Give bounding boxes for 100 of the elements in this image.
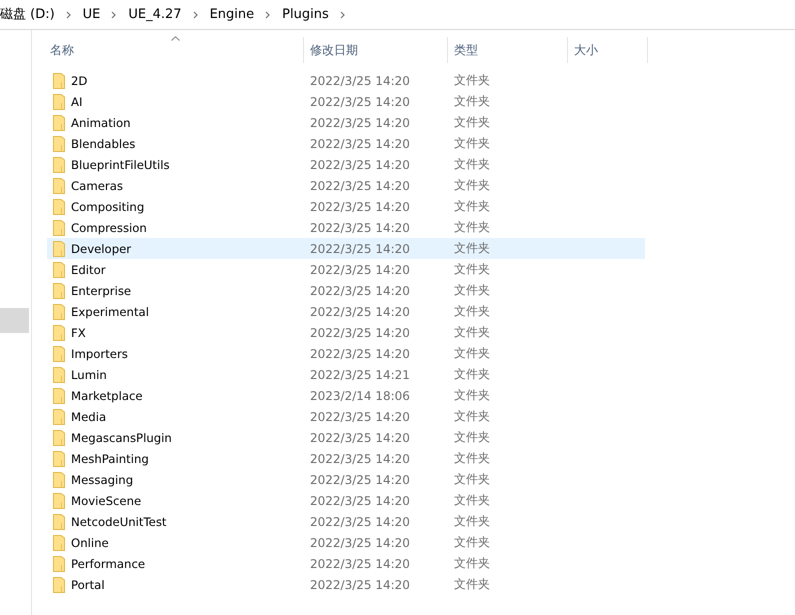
file-row[interactable]: AI 2022/3/25 14:20 文件夹 <box>47 91 645 112</box>
file-type: 文件夹 <box>454 577 490 591</box>
folder-icon <box>53 304 65 320</box>
folder-icon <box>53 178 65 194</box>
column-header[interactable]: 修改日期 <box>304 37 448 63</box>
file-name: Online <box>71 536 109 550</box>
file-row[interactable]: MegascansPlugin 2022/3/25 14:20 文件夹 <box>47 427 645 448</box>
file-name: MeshPainting <box>71 452 149 466</box>
folder-icon <box>53 136 65 152</box>
folder-icon <box>53 514 65 530</box>
folder-icon <box>53 262 65 278</box>
folder-icon <box>53 556 65 572</box>
file-row[interactable]: Messaging 2022/3/25 14:20 文件夹 <box>47 469 645 490</box>
breadcrumb-item[interactable]: Plugins <box>282 6 329 22</box>
file-row[interactable]: Enterprise 2022/3/25 14:20 文件夹 <box>47 280 645 301</box>
modified-date: 2022/3/25 14:20 <box>310 326 410 340</box>
breadcrumb-item[interactable]: Engine <box>210 6 254 22</box>
file-name: Editor <box>71 262 106 276</box>
file-row[interactable]: 2D 2022/3/25 14:20 文件夹 <box>47 70 645 91</box>
file-name: Messaging <box>71 472 134 486</box>
column-header[interactable]: 大小 <box>568 37 648 63</box>
folder-icon <box>53 388 65 404</box>
file-row[interactable]: Compression 2022/3/25 14:20 文件夹 <box>47 217 645 238</box>
folder-icon <box>53 346 65 362</box>
column-header[interactable]: 类型 <box>448 37 568 63</box>
modified-date: 2022/3/25 14:20 <box>310 556 410 570</box>
breadcrumb-item[interactable]: UE_4.27 <box>128 6 182 22</box>
file-row[interactable]: Animation 2022/3/25 14:20 文件夹 <box>47 112 645 133</box>
file-row[interactable]: MeshPainting 2022/3/25 14:20 文件夹 <box>47 448 645 469</box>
file-row[interactable]: FX 2022/3/25 14:20 文件夹 <box>47 322 645 343</box>
modified-date: 2022/3/25 14:20 <box>310 536 410 550</box>
file-row[interactable]: Importers 2022/3/25 14:20 文件夹 <box>47 343 645 364</box>
file-type: 文件夹 <box>454 199 490 213</box>
file-name: 2D <box>71 74 88 88</box>
file-name: Developer <box>71 242 132 256</box>
file-row[interactable]: Cameras 2022/3/25 14:20 文件夹 <box>47 175 645 196</box>
file-row[interactable]: Blendables 2022/3/25 14:20 文件夹 <box>47 133 645 154</box>
folder-icon <box>53 492 65 508</box>
file-type: 文件夹 <box>454 220 490 234</box>
file-type: 文件夹 <box>454 136 490 150</box>
file-name: Media <box>71 410 106 424</box>
file-name: Marketplace <box>71 388 143 402</box>
folder-icon <box>53 156 65 172</box>
folder-icon <box>53 366 65 382</box>
file-type: 文件夹 <box>454 388 490 402</box>
chevron-icon <box>111 10 118 18</box>
folder-icon <box>53 408 65 424</box>
file-type: 文件夹 <box>454 325 490 339</box>
folder-icon <box>53 282 65 298</box>
file-name: MegascansPlugin <box>71 430 172 444</box>
file-type: 文件夹 <box>454 115 490 129</box>
modified-date: 2022/3/25 14:20 <box>310 494 410 508</box>
modified-date: 2022/3/25 14:20 <box>310 242 410 256</box>
modified-date: 2022/3/25 14:20 <box>310 136 410 150</box>
file-type: 文件夹 <box>454 241 490 255</box>
selected-row-highlight[interactable]: Developer 2022/3/25 14:20 文件夹 <box>47 238 645 259</box>
file-row[interactable]: Online 2022/3/25 14:20 文件夹 <box>47 532 645 553</box>
column-header[interactable]: 名称 <box>32 37 304 63</box>
folder-icon <box>53 534 65 550</box>
file-row[interactable]: Compositing 2022/3/25 14:20 文件夹 <box>47 196 645 217</box>
folder-icon <box>53 198 65 214</box>
file-row[interactable]: Lumin 2022/3/25 14:21 文件夹 <box>47 364 645 385</box>
file-name: Enterprise <box>71 284 132 298</box>
file-name: Lumin <box>71 368 107 382</box>
file-row[interactable]: Editor 2022/3/25 14:20 文件夹 <box>47 259 645 280</box>
modified-date: 2022/3/25 14:20 <box>310 220 410 234</box>
file-row[interactable]: NetcodeUnitTest 2022/3/25 14:20 文件夹 <box>47 511 645 532</box>
file-row[interactable]: Media 2022/3/25 14:20 文件夹 <box>47 406 645 427</box>
file-name: AI <box>71 94 82 108</box>
file-row[interactable]: Performance 2022/3/25 14:20 文件夹 <box>47 553 645 574</box>
chevron-icon <box>192 10 199 18</box>
folder-icon <box>53 472 65 488</box>
folder-icon <box>53 240 65 256</box>
file-type: 文件夹 <box>454 304 490 318</box>
file-name: Performance <box>71 556 146 570</box>
modified-date: 2022/3/25 14:20 <box>310 452 410 466</box>
file-row[interactable]: MovieScene 2022/3/25 14:20 文件夹 <box>47 490 645 511</box>
modified-date: 2022/3/25 14:20 <box>310 578 410 592</box>
modified-date: 2022/3/25 14:20 <box>310 430 410 444</box>
file-name: MovieScene <box>71 494 142 508</box>
file-row[interactable]: Experimental 2022/3/25 14:20 文件夹 <box>47 301 645 322</box>
file-row[interactable]: Portal 2022/3/25 14:20 文件夹 <box>47 574 645 595</box>
scrollbar-thumb[interactable] <box>0 308 29 333</box>
file-name: Experimental <box>71 304 149 318</box>
file-name: Compression <box>71 220 147 234</box>
chevron-icon <box>265 10 272 18</box>
file-name: BlueprintFileUtils <box>71 158 170 172</box>
file-type: 文件夹 <box>454 472 490 486</box>
folder-icon <box>53 220 65 236</box>
file-name: Importers <box>71 346 128 360</box>
file-row[interactable]: BlueprintFileUtils 2022/3/25 14:20 文件夹 <box>47 154 645 175</box>
breadcrumb-item[interactable]: UE <box>82 6 100 22</box>
modified-date: 2022/3/25 14:21 <box>310 368 410 382</box>
file-type: 文件夹 <box>454 409 490 423</box>
file-name: NetcodeUnitTest <box>71 514 167 528</box>
modified-date: 2022/3/25 14:20 <box>310 158 410 172</box>
breadcrumb-item[interactable]: 磁盘 (D:) <box>0 6 55 22</box>
file-type: 文件夹 <box>454 157 490 171</box>
file-type: 文件夹 <box>454 556 490 570</box>
file-row[interactable]: Marketplace 2023/2/14 18:06 文件夹 <box>47 385 645 406</box>
